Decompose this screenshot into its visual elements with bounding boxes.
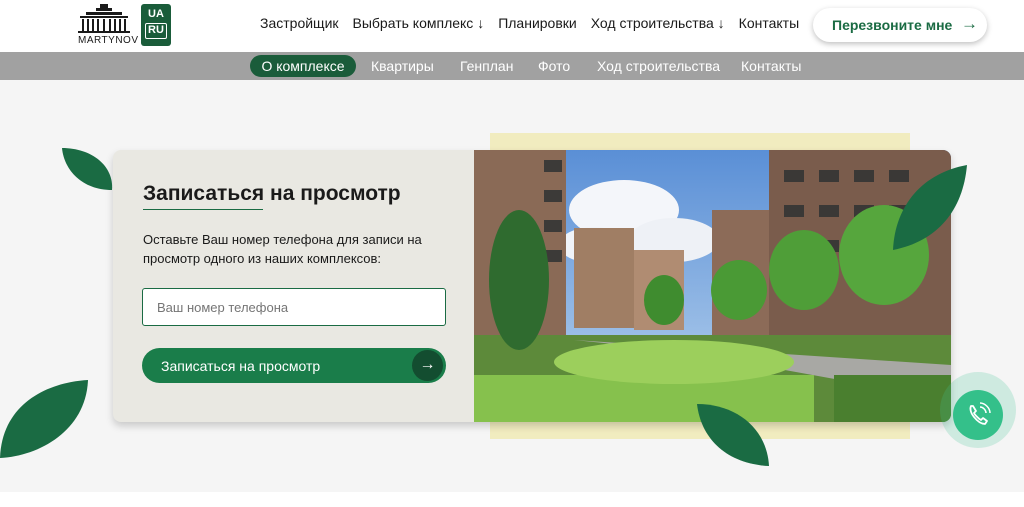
language-switcher[interactable]: UA RU bbox=[141, 4, 171, 46]
submit-label: Записаться на просмотр bbox=[161, 358, 321, 374]
callback-label: Перезвоните мне bbox=[832, 17, 953, 33]
building-logo-icon bbox=[78, 4, 130, 33]
top-navigation: Застройщик Выбрать комплекс ↓ Планировки… bbox=[260, 15, 813, 31]
residential-complex-photo bbox=[474, 150, 951, 422]
subnav-masterplan[interactable]: Генплан bbox=[460, 58, 513, 74]
leaf-decoration-icon bbox=[62, 148, 113, 190]
phone-call-button[interactable] bbox=[953, 390, 1003, 440]
nav-construction[interactable]: Ход строительства ↓ bbox=[591, 15, 725, 31]
nav-contacts[interactable]: Контакты bbox=[739, 15, 799, 31]
leaf-decoration-icon bbox=[893, 165, 967, 250]
title-underline bbox=[143, 209, 263, 210]
subnav-photo[interactable]: Фото bbox=[538, 58, 570, 74]
submit-button[interactable]: Записаться на просмотр → bbox=[142, 348, 446, 383]
nav-developer[interactable]: Застройщик bbox=[260, 15, 339, 31]
subnav-construction[interactable]: Ход строительства bbox=[597, 58, 720, 74]
form-title: Записаться на просмотр bbox=[143, 182, 401, 205]
lang-ru[interactable]: RU bbox=[145, 23, 167, 39]
martynov-logo[interactable]: MARTYNOV bbox=[78, 4, 139, 46]
subnav-about[interactable]: О комплексе bbox=[250, 55, 356, 77]
subnav-contacts[interactable]: Контакты bbox=[741, 58, 801, 74]
leaf-decoration-icon bbox=[697, 404, 769, 466]
subnav-apartments[interactable]: Квартиры bbox=[371, 58, 434, 74]
logo-text: MARTYNOV bbox=[78, 35, 139, 46]
arrow-right-icon: → bbox=[412, 350, 443, 381]
callback-button[interactable]: Перезвоните мне → bbox=[813, 8, 987, 42]
leaf-decoration-icon bbox=[0, 380, 88, 458]
phone-icon bbox=[969, 402, 991, 425]
nav-layouts[interactable]: Планировки bbox=[498, 15, 577, 31]
section-navigation: О комплексе Квартиры Генплан Фото Ход ст… bbox=[0, 52, 1024, 80]
site-header: MARTYNOV UA RU Застройщик Выбрать компле… bbox=[0, 0, 1024, 52]
phone-input[interactable] bbox=[142, 288, 446, 326]
viewing-signup-card: Записаться на просмотр Оставьте Ваш номе… bbox=[113, 150, 951, 422]
nav-choose-complex[interactable]: Выбрать комплекс ↓ bbox=[353, 15, 485, 31]
form-description: Оставьте Ваш номер телефона для записи н… bbox=[143, 232, 422, 266]
footer-band bbox=[0, 492, 1024, 507]
lang-ua[interactable]: UA bbox=[141, 4, 171, 20]
arrow-right-icon: → bbox=[961, 14, 978, 33]
